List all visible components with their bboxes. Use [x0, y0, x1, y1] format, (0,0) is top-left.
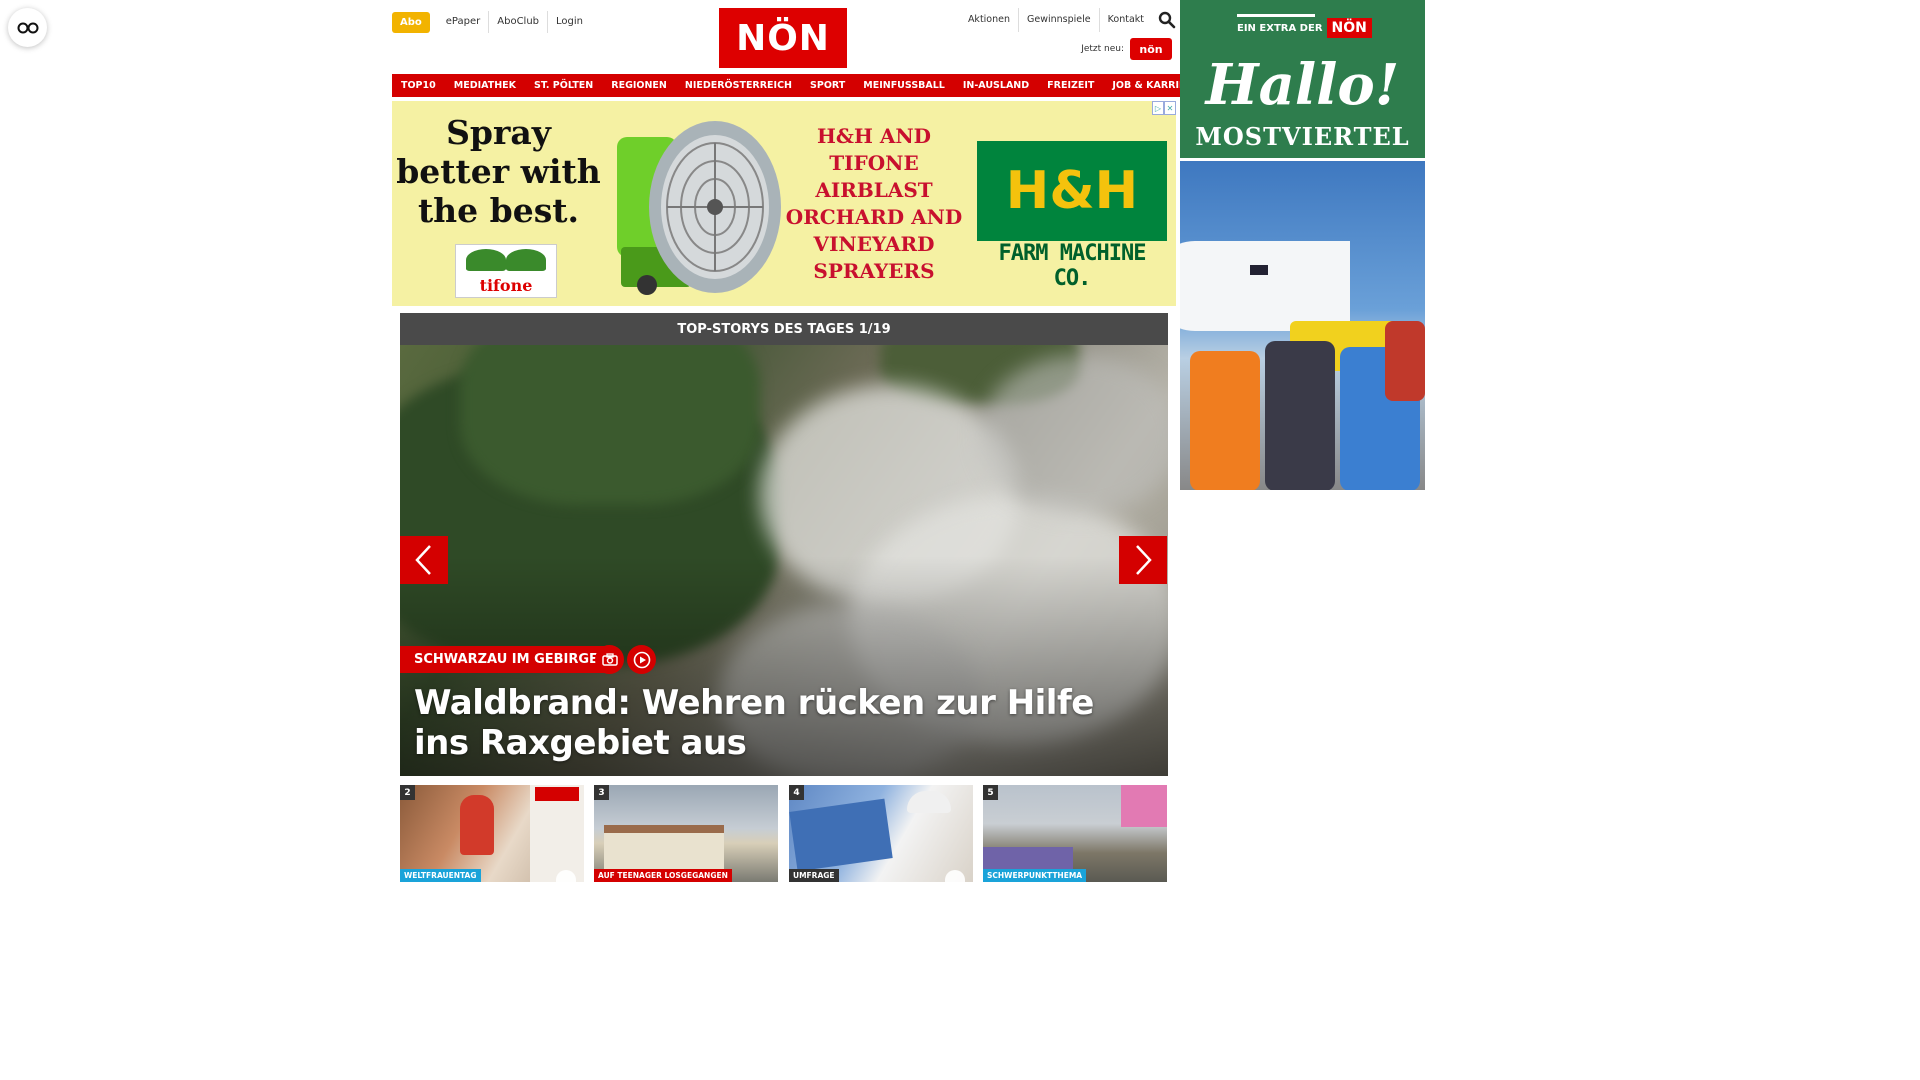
prev-slide-button[interactable]: [400, 536, 448, 584]
accessibility-button[interactable]: [8, 8, 47, 47]
nav-item-top10[interactable]: TOP10: [392, 74, 445, 97]
adchoices[interactable]: ▷ ✕: [1152, 101, 1176, 115]
play-icon: [627, 645, 656, 674]
sprayer-machine-image: [617, 121, 781, 295]
extra-label: EIN EXTRA DER NÖN: [1237, 18, 1372, 38]
ad-slogan: Spray better with the best.: [396, 113, 601, 230]
tifone-logo: tifone: [455, 244, 557, 298]
extra-label-text: EIN EXTRA DER: [1237, 22, 1323, 34]
chart-icon: [945, 870, 965, 882]
nav-item-regionen[interactable]: REGIONEN: [602, 74, 676, 97]
adchoices-icon[interactable]: ▷: [1152, 101, 1164, 115]
hh-brand-name: FARM MACHINE CO.: [998, 241, 1147, 291]
side-ad-travel-image[interactable]: [1180, 161, 1425, 490]
account-links: Abo ePaper AboClub Login: [392, 11, 591, 33]
story-tag: AUF TEENAGER LOSGEGANGEN: [594, 869, 732, 882]
noen-mini-logo: NÖN: [1326, 18, 1372, 38]
nav-item-niederoesterreich[interactable]: NIEDERÖSTERREICH: [675, 74, 802, 97]
search-icon[interactable]: [1158, 11, 1176, 29]
nav-item-mediathek[interactable]: MEDIATHEK: [444, 74, 526, 97]
nav-item-sport[interactable]: SPORT: [801, 74, 855, 97]
tifone-logo-text: tifone: [479, 276, 533, 295]
ad-banner[interactable]: Spray better with the best. tifone H&H A…: [392, 101, 1176, 306]
hallo-title: Hallo!: [1205, 52, 1400, 118]
glasses-icon: [17, 22, 38, 33]
top-stories-header: TOP-STORYS DES TAGES 1/19: [400, 313, 1168, 345]
nav-item-freizeit[interactable]: FREIZEIT: [1038, 74, 1104, 97]
epaper-link[interactable]: ePaper: [438, 11, 488, 33]
story-tag: SCHWERPUNKTTHEMA: [983, 869, 1087, 882]
story-thumbnail-4[interactable]: 4 UMFRAGE: [789, 785, 973, 882]
close-icon[interactable]: ✕: [1164, 101, 1176, 115]
story-thumbnail-3[interactable]: 3 AUF TEENAGER LOSGEGANGEN: [594, 785, 778, 882]
leaf-icon: [506, 249, 546, 271]
story-tag: WELTFRAUENTAG: [400, 869, 481, 882]
hero-kicker[interactable]: SCHWARZAU IM GEBIRGE: [400, 646, 607, 673]
story-number: 3: [594, 785, 609, 800]
camera-icon: [595, 645, 624, 674]
abo-button[interactable]: Abo: [392, 11, 430, 33]
kontakt-link[interactable]: Kontakt: [1098, 8, 1152, 32]
story-number: 5: [983, 785, 998, 800]
main-nav: TOP10 MEDIATHEK ST. PÖLTEN REGIONEN NIED…: [392, 74, 1209, 97]
side-ad-hallo-mostviertel[interactable]: EIN EXTRA DER NÖN Hallo! MOSTVIERTEL: [1180, 0, 1425, 158]
chevron-left-icon: [415, 545, 431, 575]
story-tag: UMFRAGE: [789, 869, 839, 882]
jetzt-neu: Jetzt neu: nön: [1081, 38, 1172, 60]
nav-item-st-poelten[interactable]: ST. PÖLTEN: [525, 74, 603, 97]
gewinnspiele-link[interactable]: Gewinnspiele: [1018, 8, 1099, 32]
login-link[interactable]: Login: [547, 11, 591, 33]
divider: [1237, 14, 1315, 17]
aboclub-link[interactable]: AboClub: [488, 11, 547, 33]
ad-product-text: H&H AND TIFONE AIRBLAST ORCHARD AND VINE…: [785, 124, 963, 283]
leaf-icon: [466, 249, 506, 271]
hero-headline[interactable]: Waldbrand: Wehren rücken zur Hilfe ins R…: [414, 683, 1154, 763]
hh-logo: H&H: [977, 141, 1167, 241]
jetzt-neu-label: Jetzt neu:: [1081, 44, 1124, 54]
nav-item-meinfussball[interactable]: MEINFUSSBALL: [854, 74, 954, 97]
story-number: 4: [789, 785, 804, 800]
utility-nav: Aktionen Gewinnspiele Kontakt: [960, 8, 1176, 32]
story-thumbnail-5[interactable]: 5 SCHWERPUNKTTHEMA: [983, 785, 1167, 882]
next-slide-button[interactable]: [1119, 536, 1167, 584]
region-title: MOSTVIERTEL: [1195, 122, 1410, 151]
site-logo[interactable]: NÖN: [719, 8, 847, 68]
story-thumbnail-2[interactable]: 2 WELTFRAUENTAG: [400, 785, 584, 882]
aktionen-link[interactable]: Aktionen: [960, 8, 1018, 32]
chevron-right-icon: [1136, 545, 1152, 575]
nav-item-in-ausland[interactable]: IN-AUSLAND: [953, 74, 1039, 97]
noen-app-badge[interactable]: nön: [1130, 38, 1172, 60]
story-number: 2: [400, 785, 415, 800]
